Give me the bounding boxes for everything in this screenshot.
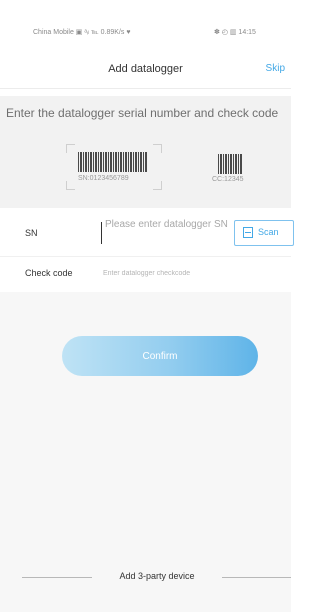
frame-corner [153,181,162,190]
text-cursor [101,222,102,244]
add-third-party-device[interactable]: Add 3-party device [0,567,291,587]
divider-line-right [222,577,291,578]
skip-button[interactable]: Skip [266,63,285,74]
divider-line-left [22,577,92,578]
scan-button[interactable]: Scan [234,220,294,246]
confirm-button[interactable]: Confirm [62,336,258,376]
check-code-row: Check code [0,260,291,286]
cc-barcode-icon [218,154,242,174]
header-divider [0,88,291,89]
status-bar-left: China Mobile ▣ ᵃᵢₗ ℡ 0.89K/s ♥ [33,29,131,36]
sn-example-label: SN:0123456789 [78,175,129,182]
form-divider [0,256,291,257]
instruction-panel: Enter the datalogger serial number and c… [0,96,291,208]
cc-example-label: CC:12345 [212,176,244,183]
status-bar: China Mobile ▣ ᵃᵢₗ ℡ 0.89K/s ♥ ✽ ◴ ▥ 14:… [0,0,291,48]
sn-row: SN Scan [0,216,294,252]
instruction-text: Enter the datalogger serial number and c… [6,106,279,120]
frame-corner [66,181,75,190]
scan-button-label: Scan [258,227,279,237]
status-bar-right: ✽ ◴ ▥ 14:15 [214,29,256,36]
add-third-party-label: Add 3-party device [119,571,195,581]
sn-label: SN [25,228,38,238]
frame-corner [153,144,162,153]
sn-barcode-frame: SN:0123456789 [66,144,162,190]
scan-icon [243,227,253,238]
check-code-label: Check code [25,268,73,278]
frame-corner [66,144,75,153]
page-title: Add datalogger [108,63,183,75]
check-code-input[interactable] [103,265,273,281]
sn-barcode-icon [78,152,148,172]
header: Add datalogger Skip [0,56,291,82]
sn-input[interactable] [105,219,230,249]
